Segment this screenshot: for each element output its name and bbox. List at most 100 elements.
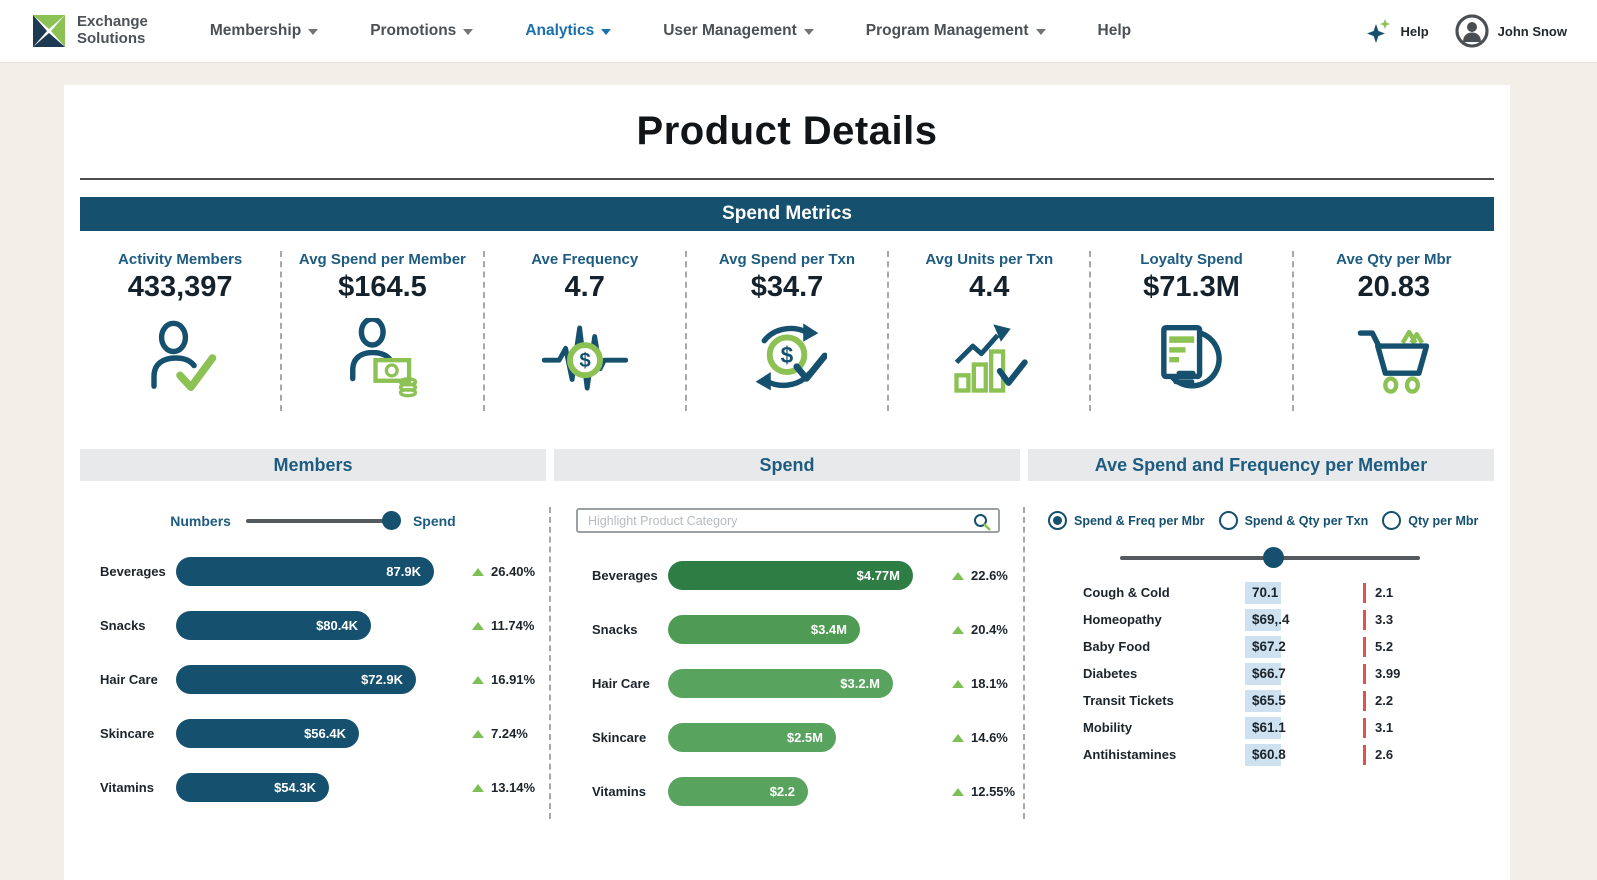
- exchange-dollar-check-icon: $: [747, 318, 827, 400]
- logo-text-line1: Exchange: [77, 14, 148, 31]
- freq-panel-title: Ave Spend and Frequency per Member: [1028, 449, 1494, 481]
- member-bar-row: Beverages 87.9K 26.40%: [80, 557, 546, 586]
- chevron-down-icon: [308, 29, 318, 35]
- up-triangle-icon: [472, 622, 484, 630]
- highlight-category-search: [576, 508, 1000, 533]
- change-value: 13.14%: [491, 780, 535, 795]
- freq-table-row: Transit Tickets $65.5 2.2: [1083, 690, 1494, 711]
- category-label: Beverages: [100, 564, 176, 579]
- kpi-activity-members: Activity Members 433,397: [80, 251, 282, 411]
- spend-cell: $65.5: [1245, 690, 1281, 712]
- change-value: 18.1%: [971, 676, 1008, 691]
- freq-table-row: Diabetes $66.7 3.99: [1083, 663, 1494, 684]
- member-bar[interactable]: $80.4K: [176, 611, 371, 640]
- user-menu[interactable]: John Snow: [1455, 14, 1567, 48]
- kpi-ave-frequency: Ave Frequency 4.7 $: [485, 251, 687, 411]
- change-value: 20.4%: [971, 622, 1008, 637]
- category-label: Snacks: [592, 622, 668, 637]
- nav-analytics[interactable]: Analytics: [525, 22, 611, 40]
- spend-bar-row: Hair Care $3.2.M 18.1%: [554, 669, 1020, 698]
- freq-tick-icon: [1363, 583, 1366, 603]
- up-triangle-icon: [472, 676, 484, 684]
- freq-tick-icon: [1363, 745, 1366, 765]
- panels-row: Members Numbers Spend Beverages 87.9K 26…: [80, 449, 1494, 831]
- category-label: Baby Food: [1083, 639, 1245, 654]
- slider-label-spend: Spend: [413, 513, 456, 529]
- member-bar[interactable]: 87.9K: [176, 557, 434, 586]
- nav-user-management[interactable]: User Management: [663, 22, 814, 40]
- radio-qty-per-mbr[interactable]: Qty per Mbr: [1382, 511, 1478, 530]
- category-label: Skincare: [100, 726, 176, 741]
- freq-value: 2.1: [1375, 585, 1393, 600]
- radio-spend-freq-per-mbr[interactable]: Spend & Freq per Mbr: [1048, 511, 1205, 530]
- spend-bar-row: Skincare $2.5M 14.6%: [554, 723, 1020, 752]
- freq-value: 3.1: [1375, 720, 1393, 735]
- spend-bar[interactable]: $3.2.M: [668, 669, 893, 698]
- change-value: 7.24%: [491, 726, 528, 741]
- freq-table-row: Mobility $61.1 3.1: [1083, 717, 1494, 738]
- search-icon[interactable]: [972, 512, 992, 532]
- radio-spend-qty-per-txn[interactable]: Spend & Qty per Txn: [1219, 511, 1369, 530]
- category-label: Mobility: [1083, 720, 1245, 735]
- spend-cell: $69,.4: [1245, 609, 1281, 631]
- member-bar-row: Vitamins $54.3K 13.14%: [80, 773, 546, 802]
- freq-range-slider[interactable]: [1120, 556, 1420, 560]
- member-bar[interactable]: $72.9K: [176, 665, 416, 694]
- spend-panel: Spend Beverages $4.77M: [554, 449, 1020, 831]
- spend-bar-row: Beverages $4.77M 22.6%: [554, 561, 1020, 590]
- category-label: Beverages: [592, 568, 668, 583]
- nav-program-management[interactable]: Program Management: [866, 22, 1046, 40]
- page-body: Product Details Spend Metrics Activity M…: [0, 63, 1597, 880]
- logo-icon: [30, 12, 68, 50]
- freq-value: 5.2: [1375, 639, 1393, 654]
- up-triangle-icon: [472, 784, 484, 792]
- category-label: Hair Care: [100, 672, 176, 687]
- nav-membership[interactable]: Membership: [210, 22, 318, 40]
- freq-value: 2.2: [1375, 693, 1393, 708]
- category-label: Snacks: [100, 618, 176, 633]
- freq-value: 3.99: [1375, 666, 1400, 681]
- spend-cell: 70.1: [1245, 582, 1281, 604]
- nav-help[interactable]: Help: [1098, 22, 1132, 40]
- radio-button-icon[interactable]: [1382, 511, 1401, 530]
- exchange-solutions-logo[interactable]: Exchange Solutions: [30, 12, 148, 50]
- change-value: 11.74%: [491, 618, 534, 633]
- radio-button-icon[interactable]: [1219, 511, 1238, 530]
- app-root: Exchange Solutions Membership Promotions…: [0, 0, 1597, 880]
- freq-value: 2.6: [1375, 747, 1393, 762]
- kpi-ave-qty-per-mbr: Ave Qty per Mbr 20.83: [1294, 251, 1494, 411]
- spend-bar[interactable]: $4.77M: [668, 561, 913, 590]
- freq-tick-icon: [1363, 637, 1366, 657]
- top-nav: Exchange Solutions Membership Promotions…: [0, 0, 1597, 63]
- members-panel: Members Numbers Spend Beverages 87.9K 26…: [80, 449, 546, 831]
- change-value: 14.6%: [971, 730, 1008, 745]
- logo-text-line2: Solutions: [77, 31, 148, 48]
- slider-handle[interactable]: [1263, 547, 1284, 568]
- members-toggle-slider[interactable]: [246, 519, 398, 523]
- spend-bar[interactable]: $2.2: [668, 777, 808, 806]
- spend-bar[interactable]: $2.5M: [668, 723, 836, 752]
- freq-table-row: Baby Food $67.2 5.2: [1083, 636, 1494, 657]
- member-bar-row: Skincare $56.4K 7.24%: [80, 719, 546, 748]
- member-bar[interactable]: $56.4K: [176, 719, 359, 748]
- radio-button-icon[interactable]: [1048, 511, 1067, 530]
- freq-tick-icon: [1363, 718, 1366, 738]
- panel-divider: [549, 507, 551, 819]
- up-triangle-icon: [472, 730, 484, 738]
- category-label: Vitamins: [100, 780, 176, 795]
- member-bar-row: Snacks $80.4K 11.74%: [80, 611, 546, 640]
- freq-tick-icon: [1363, 691, 1366, 711]
- change-value: 16.91%: [491, 672, 535, 687]
- kpi-avg-spend-per-member: Avg Spend per Member $164.5: [282, 251, 484, 411]
- highlight-category-input[interactable]: [578, 510, 998, 531]
- assistant-help-button[interactable]: Help: [1365, 18, 1428, 44]
- freq-tick-icon: [1363, 664, 1366, 684]
- spend-bar[interactable]: $3.4M: [668, 615, 860, 644]
- nav-promotions[interactable]: Promotions: [370, 22, 473, 40]
- spend-cell: $66.7: [1245, 663, 1281, 685]
- up-triangle-icon: [952, 572, 964, 580]
- panel-divider: [1023, 507, 1025, 819]
- member-bar[interactable]: $54.3K: [176, 773, 329, 802]
- slider-handle[interactable]: [382, 511, 401, 530]
- svg-text:$: $: [579, 350, 591, 372]
